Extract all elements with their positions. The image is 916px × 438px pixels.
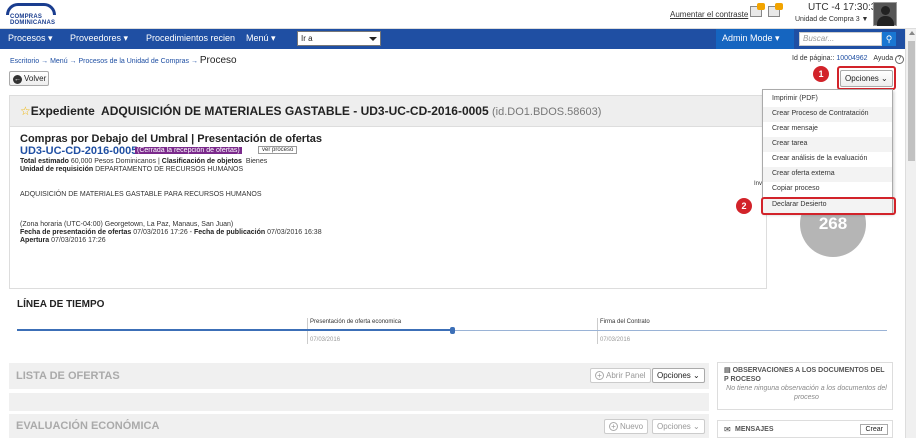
timeline-event-label: Presentación de oferta economica (310, 319, 402, 325)
breadcrumb-menu[interactable]: Menú (50, 58, 68, 65)
timeline-event-label: Firma del Contrato (600, 319, 650, 325)
view-process-button[interactable]: ver proceso (258, 146, 298, 154)
offers-section: LISTA DE OFERTAS + Abrir Panel Opciones ⌄ (9, 363, 709, 389)
help-icon[interactable]: ? (895, 55, 905, 64)
new-button[interactable]: + Nuevo (604, 419, 649, 434)
timeline-event-date: 07/03/2016 (310, 337, 341, 343)
breadcrumb-escritorio[interactable]: Escritorio (10, 58, 39, 65)
chevron-down-icon: ⌄ (693, 422, 700, 431)
offers-content (9, 393, 709, 411)
timezone-line: (Zona horaria (UTC-04:00) Georgetown, La… (20, 221, 234, 228)
back-arrow-icon: ← (13, 75, 22, 84)
timeline-tick (307, 318, 308, 344)
admin-mode-button[interactable]: Admin Mode ▾ (716, 29, 794, 49)
counter-label: Inv (754, 181, 763, 187)
evaluation-title: EVALUACIÓN ECONÓMICA (16, 420, 160, 432)
observations-title: ▤ OBSERVACIONES A LOS DOCUMENTOS DEL P R… (724, 367, 885, 383)
nav-proveedores[interactable]: Proveedores ▾ (70, 33, 128, 44)
search-input[interactable]: Buscar... (799, 32, 882, 46)
comment-icon: ▤ (724, 367, 731, 374)
offers-options-button[interactable]: Opciones ⌄ (652, 368, 705, 383)
nav-procedimientos[interactable]: Procedimientos recien (146, 33, 235, 43)
step-badge-2: 2 (736, 198, 752, 214)
total-line: Total estimado 60,000 Pesos Dominicanos … (20, 158, 268, 165)
messages-panel: ✉ MENSAJES Crear (717, 420, 893, 438)
top-bar: COMPRAS DOMINICANAS Aumentar el contrast… (0, 0, 916, 29)
status-badge: (Cerrada la recepción de ofertas) (135, 147, 242, 154)
process-title: Compras por Debajo del Umbral | Presenta… (20, 133, 322, 145)
caret-down-icon: ▼ (861, 16, 869, 23)
create-message-button[interactable]: Crear (860, 424, 888, 435)
menu-item-create-analysis[interactable]: Crear análisis de la evaluación (763, 152, 892, 167)
messages-title: MENSAJES (735, 426, 774, 433)
menu-item-create-process[interactable]: Crear Proceso de Contratación (763, 107, 892, 122)
timeline-title: LÍNEA DE TIEMPO (17, 299, 105, 310)
mail-icon: ✉ (724, 425, 731, 434)
logo[interactable]: COMPRAS DOMINICANAS (6, 3, 56, 26)
unit-line: Unidad de requisición DEPARTAMENTO DE RE… (20, 166, 244, 173)
evaluation-options-button[interactable]: Opciones ⌄ (652, 419, 705, 434)
back-button[interactable]: ← Volver (9, 71, 49, 86)
menu-item-create-external-offer[interactable]: Crear oferta externa (763, 167, 892, 182)
plus-icon: + (609, 422, 618, 431)
observations-empty: No tiene ninguna observación a los docum… (726, 385, 887, 401)
logo-text: COMPRAS DOMINICANAS (10, 14, 56, 26)
menu-item-create-task[interactable]: Crear tarea (763, 137, 892, 152)
evaluation-section: EVALUACIÓN ECONÓMICA + Nuevo Opciones ⌄ (9, 414, 709, 438)
process-panel: Compras por Debajo del Umbral | Presenta… (9, 127, 767, 289)
highlight-options (837, 66, 896, 90)
scrollbar[interactable] (905, 29, 916, 438)
scroll-thumb[interactable] (908, 41, 915, 161)
search-icon[interactable]: ⚲ (882, 32, 896, 46)
goto-select[interactable]: Ir a (297, 31, 381, 46)
open-panel-button[interactable]: + Abrir Panel (590, 368, 651, 383)
expediente-header: ☆Expediente ADQUISICIÓN DE MATERIALES GA… (9, 95, 767, 127)
options-dropdown: Imprimir (PDF) Crear Proceso de Contrata… (762, 89, 893, 213)
offers-title: LISTA DE OFERTAS (16, 370, 120, 382)
caret-down-icon (369, 37, 377, 41)
observations-panel: ▤ OBSERVACIONES A LOS DOCUMENTOS DEL P R… (717, 362, 893, 410)
process-description: ADQUISICIÓN DE MATERIALES GASTABLE PARA … (20, 191, 262, 198)
unit-label: Unidad de Compra 3 (795, 16, 860, 23)
star-icon[interactable]: ☆ (20, 104, 31, 118)
opening-line: Apertura 07/03/2016 17:26 (20, 237, 106, 244)
dates-line: Fecha de presentación de ofertas 07/03/2… (20, 229, 322, 236)
timeline-tick (597, 318, 598, 344)
process-code[interactable]: UD3-UC-CD-2016-0005 (20, 145, 137, 157)
breadcrumb-procesos[interactable]: Procesos de la Unidad de Compras (78, 58, 189, 65)
step-badge-1: 1 (813, 66, 829, 82)
chevron-down-icon: ⌄ (693, 371, 700, 380)
avatar[interactable] (873, 2, 897, 26)
page-id: Id de página:: 10004962 Ayuda ? (792, 55, 905, 64)
scroll-up-icon[interactable] (909, 31, 915, 35)
breadcrumb-current: Proceso (199, 55, 237, 66)
expediente-title: ☆Expediente ADQUISICIÓN DE MATERIALES GA… (20, 104, 602, 118)
navbar: Procesos ▾ Proveedores ▾ Procedimientos … (0, 29, 905, 49)
menu-item-print-pdf[interactable]: Imprimir (PDF) (763, 92, 892, 107)
contrast-link[interactable]: Aumentar el contraste (670, 10, 748, 19)
unit-selector[interactable]: Unidad de Compra 3 ▼ (795, 16, 868, 23)
nav-procesos[interactable]: Procesos ▾ (8, 33, 53, 44)
mail-icon[interactable] (750, 3, 765, 17)
nav-menu[interactable]: Menú ▾ (246, 33, 276, 44)
clock: UTC -4 17:30:34 (808, 2, 882, 13)
timeline-progress (17, 329, 453, 331)
breadcrumb: Escritorio → Menú → Procesos de la Unida… (10, 55, 237, 66)
help-link[interactable]: Ayuda (873, 55, 893, 62)
tasks-icon[interactable] (768, 3, 783, 17)
menu-item-create-message[interactable]: Crear mensaje (763, 122, 892, 137)
highlight-declare-deserted (761, 197, 896, 215)
menu-item-copy-process[interactable]: Copiar proceso (763, 182, 892, 197)
plus-icon: + (595, 371, 604, 380)
timeline-marker (450, 327, 455, 334)
timeline-event-date: 07/03/2016 (600, 337, 631, 343)
